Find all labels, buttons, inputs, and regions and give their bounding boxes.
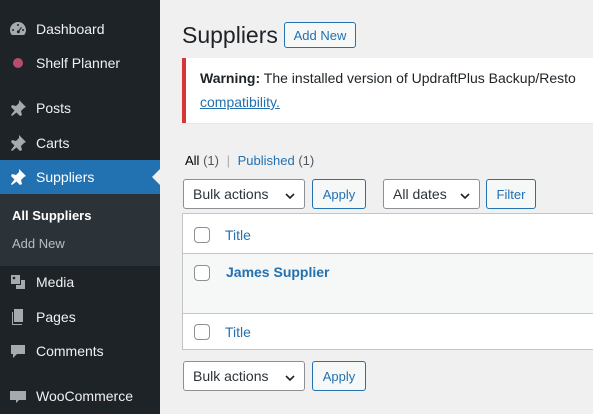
comments-icon — [0, 341, 36, 361]
sidebar-item-pages[interactable]: Pages — [0, 300, 160, 334]
sidebar-item-media[interactable]: Media — [0, 265, 160, 299]
title-column-footer[interactable]: Title — [225, 324, 251, 340]
dashboard-icon — [0, 19, 36, 39]
woocommerce-icon — [0, 386, 36, 406]
bulk-actions-select[interactable]: Bulk actions — [183, 179, 305, 209]
page-title: Suppliers — [182, 22, 278, 48]
warning-notice: Warning: The installed version of Updraf… — [182, 58, 593, 123]
view-all[interactable]: All — [185, 153, 199, 168]
main-content: Suppliers Add New Warning: The installed… — [160, 0, 593, 414]
sidebar-item-woocommerce[interactable]: WooCommerce — [0, 379, 160, 413]
sidebar-item-label: Carts — [36, 135, 70, 151]
view-published-count: (1) — [298, 153, 315, 168]
sidebar-item-carts[interactable]: Carts — [0, 126, 160, 160]
sidebar-item-label: Dashboard — [36, 21, 105, 37]
sidebar-item-label: Pages — [36, 309, 76, 325]
sidebar-item-label: Comments — [36, 343, 104, 359]
views-separator: | — [226, 153, 230, 168]
add-new-button[interactable]: Add New — [284, 22, 356, 48]
warning-text: The installed version of UpdraftPlus Bac… — [260, 70, 576, 86]
row-checkbox[interactable] — [194, 265, 210, 281]
view-published[interactable]: Published — [238, 153, 295, 168]
apply-button-bottom[interactable]: Apply — [312, 361, 366, 391]
pages-icon — [0, 307, 36, 327]
title-column-header[interactable]: Title — [225, 227, 251, 243]
suppliers-table: Title James Supplier Title — [182, 213, 593, 350]
bulk-actions-value: Bulk actions — [193, 186, 269, 202]
view-all-count: (1) — [203, 153, 219, 168]
dates-select[interactable]: All dates — [383, 179, 480, 209]
sidebar-item-label: Posts — [36, 100, 72, 116]
sidebar-item-comments[interactable]: Comments — [0, 334, 160, 368]
table-footer: Title — [183, 314, 593, 350]
admin-sidebar: Dashboard Shelf Planner Posts Carts Supp… — [0, 0, 160, 414]
suppliers-submenu: All Suppliers Add New — [0, 194, 160, 266]
row-title-link[interactable]: James Supplier — [226, 264, 330, 280]
sidebar-item-shelf-planner[interactable]: Shelf Planner — [0, 46, 160, 80]
table-row: James Supplier — [183, 254, 593, 313]
table-header: Title — [183, 214, 593, 253]
select-all-checkbox-footer[interactable] — [194, 324, 210, 340]
sidebar-item-label: Shelf Planner — [36, 55, 121, 71]
sidebar-item-label: WooCommerce — [36, 388, 133, 404]
bulk-actions-value: Bulk actions — [193, 368, 269, 384]
dates-value: All dates — [393, 186, 447, 202]
pin-icon — [0, 167, 36, 187]
chevron-down-icon — [284, 189, 296, 201]
submenu-all-suppliers[interactable]: All Suppliers — [12, 208, 91, 223]
filter-button[interactable]: Filter — [486, 179, 536, 209]
sidebar-separator — [0, 369, 160, 370]
sidebar-item-label: Media — [36, 274, 75, 290]
submenu-add-new[interactable]: Add New — [12, 236, 65, 251]
chevron-down-icon — [284, 371, 296, 383]
compatibility-link[interactable]: compatibility. — [200, 94, 280, 110]
sidebar-item-posts[interactable]: Posts — [0, 91, 160, 125]
select-all-checkbox[interactable] — [194, 227, 210, 243]
post-status-views: All (1) | Published (1) — [185, 153, 314, 168]
pin-icon — [0, 98, 36, 118]
bulk-actions-select-bottom[interactable]: Bulk actions — [183, 361, 305, 391]
sidebar-item-dashboard[interactable]: Dashboard — [0, 12, 160, 46]
shelf-planner-icon — [0, 53, 36, 73]
media-icon — [0, 272, 36, 292]
chevron-down-icon — [459, 189, 471, 201]
apply-button[interactable]: Apply — [312, 179, 366, 209]
sidebar-item-suppliers[interactable]: Suppliers — [0, 160, 160, 194]
sidebar-item-label: Suppliers — [36, 169, 95, 185]
warning-label: Warning: — [200, 70, 261, 86]
pin-icon — [0, 133, 36, 153]
